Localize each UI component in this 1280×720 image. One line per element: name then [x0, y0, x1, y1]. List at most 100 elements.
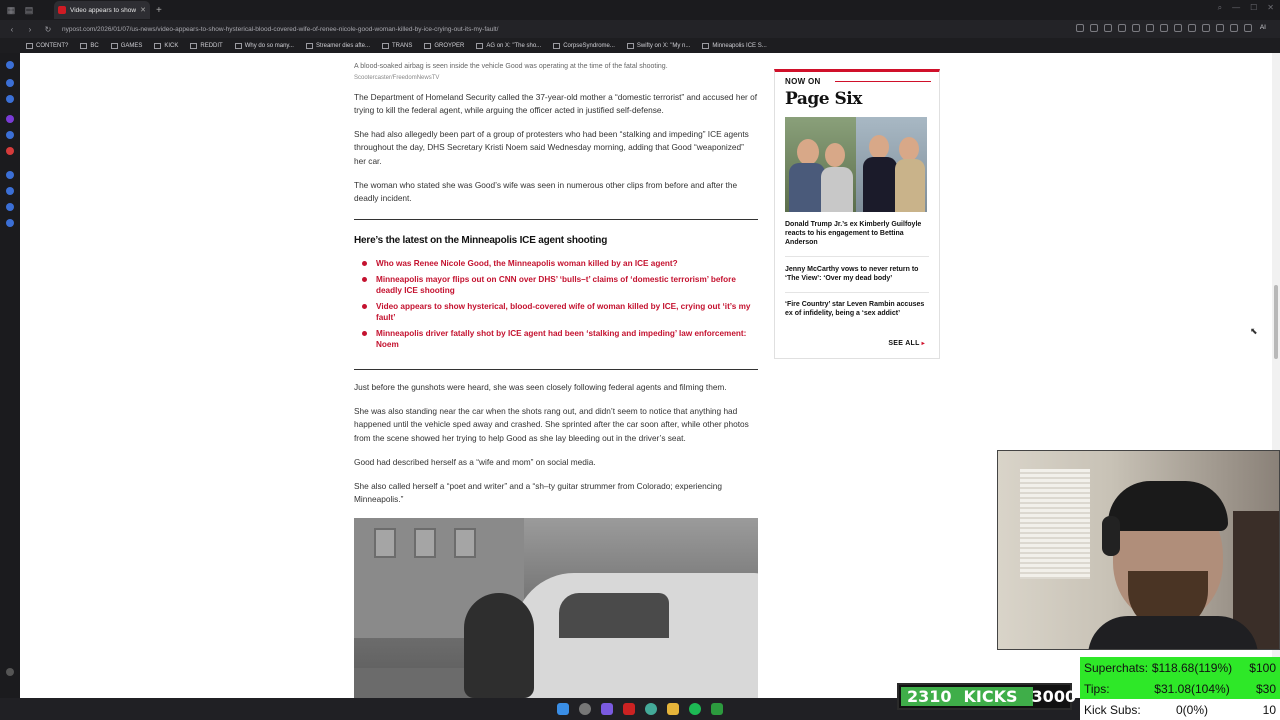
bookmark-item[interactable]: Why do so many... — [234, 42, 294, 49]
see-all-link[interactable]: SEE ALL — [888, 340, 925, 347]
kicks-current: 2310 — [907, 687, 952, 706]
taskbar-search-icon[interactable] — [579, 703, 591, 715]
close-tab-icon[interactable]: ✕ — [140, 6, 146, 14]
xbox-icon[interactable] — [711, 703, 723, 715]
photo-face — [899, 137, 919, 161]
sidebar-app-icon[interactable] — [6, 219, 14, 227]
window-controls: ⌕ — ☐ ✕ — [1218, 3, 1274, 13]
bookmark-item[interactable]: GAMES — [110, 42, 142, 49]
x-logo-icon — [476, 42, 484, 49]
sidebar-app-icon[interactable] — [6, 61, 14, 69]
extension-icon[interactable] — [1076, 24, 1084, 32]
article-paragraph: The woman who stated she was Good’s wife… — [354, 180, 738, 204]
minimize-icon[interactable]: — — [1232, 3, 1240, 13]
extension-icon[interactable] — [1160, 24, 1168, 32]
spotify-icon[interactable] — [689, 703, 701, 715]
latest-link[interactable]: Minneapolis mayor flips out on CNN over … — [354, 274, 758, 297]
latest-link[interactable]: Who was Renee Nicole Good, the Minneapol… — [354, 258, 758, 270]
widget-story-link[interactable]: Jenny McCarthy vows to never return to ‘… — [785, 265, 929, 283]
widget-story-link[interactable]: Donald Trump Jr.’s ex Kimberly Guilfoyle… — [785, 220, 929, 248]
photo-body — [821, 167, 853, 212]
video-frame-window — [374, 528, 396, 558]
search-icon[interactable]: ⌕ — [1218, 3, 1222, 13]
bookmark-item[interactable]: CONTENT? — [26, 42, 68, 49]
goal-row: Superchats: $118.68(119%) $100 — [1080, 657, 1280, 678]
sidebar-app-icon[interactable] — [6, 187, 14, 195]
extension-icon[interactable] — [1244, 24, 1252, 32]
download-icon[interactable] — [1202, 24, 1210, 32]
start-menu-icon[interactable] — [557, 703, 569, 715]
scrollbar-thumb[interactable] — [1274, 285, 1278, 359]
embedded-video[interactable] — [354, 518, 758, 698]
sidebar-app-icon[interactable] — [6, 203, 14, 211]
play-icon[interactable] — [1174, 24, 1182, 32]
folder-icon — [26, 42, 33, 49]
nypost-favicon-icon — [702, 42, 710, 49]
page-six-logo[interactable]: Page Six — [785, 89, 862, 109]
tab-bar: ▦ ▤ Video appears to show hy... ✕ + ⌕ — … — [0, 0, 1280, 20]
webcam-headset — [1102, 516, 1120, 556]
bookmark-item[interactable]: GROYPER — [424, 42, 464, 49]
forward-icon[interactable]: › — [24, 25, 36, 34]
goal-label: Kick Subs: — [1084, 702, 1141, 717]
video-frame-car-window — [559, 593, 669, 638]
bookmark-item[interactable]: BC — [80, 42, 99, 49]
photo-face — [825, 143, 845, 167]
reload-icon[interactable]: ↻ — [42, 25, 54, 34]
bookmark-item[interactable]: CorpseSyndrome... — [553, 42, 615, 49]
bookmark-item[interactable]: AG on X: "The sho... — [476, 42, 541, 49]
speaker-icon[interactable] — [1216, 24, 1224, 32]
goal-value: $31.08(104%) — [1154, 681, 1230, 696]
tab-list-icon[interactable]: ▤ — [22, 3, 36, 17]
sidebar-toggle-icon[interactable]: ▦ — [4, 3, 18, 17]
video-frame-window — [454, 528, 476, 558]
bookmark-item[interactable]: Swifty on X: "My n... — [626, 42, 690, 49]
widget-story-link[interactable]: ‘Fire Country’ star Leven Rambin accuses… — [785, 300, 929, 318]
widget-separator — [785, 292, 929, 293]
article-paragraph: She was also standing near the car when … — [354, 406, 749, 443]
image-credit: Scootercaster/FreedomNewsTV — [354, 75, 440, 81]
latest-heading: Here’s the latest on the Minneapolis ICE… — [354, 235, 608, 246]
file-explorer-icon[interactable] — [667, 703, 679, 715]
ai-button[interactable]: AI — [1260, 24, 1266, 31]
sidebar-app-icon[interactable] — [6, 115, 14, 123]
article-paragraph: The Department of Homeland Security call… — [354, 92, 758, 116]
bookmark-item[interactable]: REDDIT — [190, 42, 223, 49]
sidebar-app-icon[interactable] — [6, 147, 14, 155]
heart-icon[interactable] — [1188, 24, 1196, 32]
new-tab-button[interactable]: + — [156, 5, 162, 16]
latest-link[interactable]: Video appears to show hysterical, blood-… — [354, 301, 758, 324]
bookmark-icon[interactable] — [1118, 24, 1126, 32]
browser-tab-active[interactable]: Video appears to show hy... ✕ — [54, 1, 150, 19]
back-icon[interactable]: ‹ — [6, 25, 18, 34]
browser-app-icon[interactable] — [623, 703, 635, 715]
sidebar-app-icon[interactable] — [6, 79, 14, 87]
close-window-icon[interactable]: ✕ — [1267, 3, 1274, 13]
video-frame-window — [414, 528, 436, 558]
bookmark-item[interactable]: KICK — [154, 42, 178, 49]
sidebar-app-icon[interactable] — [6, 131, 14, 139]
bookmark-item[interactable]: Streamer dies afte... — [305, 42, 370, 49]
bookmark-item[interactable]: Minneapolis ICE S... — [702, 42, 767, 49]
bookmark-item[interactable]: TRANS — [382, 42, 412, 49]
extension-icon[interactable] — [1230, 24, 1238, 32]
folder-icon — [110, 42, 118, 49]
address-bar: ‹ › ↻ nypost.com/2026/01/07/us-news/vide… — [0, 20, 1280, 38]
goal-value: $118.68(119%) — [1151, 660, 1233, 675]
webcam-window-blinds — [1020, 469, 1090, 579]
app-icon[interactable] — [645, 703, 657, 715]
shield-icon[interactable] — [1146, 24, 1154, 32]
sidebar-app-icon[interactable] — [6, 95, 14, 103]
app-icon[interactable] — [601, 703, 613, 715]
goal-value: 0(0%) — [1175, 702, 1208, 717]
extension-icon[interactable] — [1104, 24, 1112, 32]
url-field[interactable]: nypost.com/2026/01/07/us-news/video-appe… — [62, 26, 682, 33]
article-paragraph: Good had described herself as a “wife an… — [354, 457, 596, 467]
extension-icon[interactable] — [1090, 24, 1098, 32]
latest-link[interactable]: Minneapolis driver fatally shot by ICE a… — [354, 328, 758, 351]
maximize-icon[interactable]: ☐ — [1250, 3, 1257, 13]
widget-story-image[interactable] — [785, 117, 927, 212]
settings-icon[interactable] — [6, 668, 14, 676]
sidebar-app-icon[interactable] — [6, 171, 14, 179]
extension-icon[interactable] — [1132, 24, 1140, 32]
